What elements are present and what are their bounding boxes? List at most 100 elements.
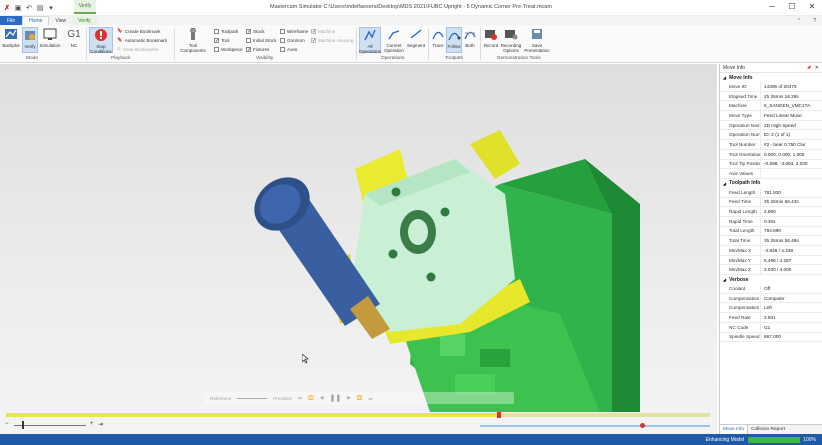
section-header[interactable]: ◢ Verbose [720, 275, 822, 284]
enhancing-percent: 100% [803, 436, 816, 443]
save-presentation-button[interactable]: Save Presentation [524, 27, 550, 53]
property-key: Machine [720, 101, 761, 111]
progress-handle[interactable] [496, 412, 501, 418]
stock-checkbox[interactable]: ✓ Stock [246, 29, 265, 35]
group-label-demonstration-tools: Demonstration Tools [497, 56, 541, 61]
toolpath-checkbox[interactable]: Toolpath [214, 29, 238, 34]
pin-icon[interactable]: 📌 [807, 65, 812, 71]
operation-timeline[interactable] [480, 425, 710, 427]
property-value: -3.848 / 4.338 [764, 247, 793, 253]
nc-g1-icon: G1 [67, 28, 81, 40]
automatic-bookmark-button[interactable]: 🔖 Automatic Bookmark [117, 37, 167, 43]
create-bookmark-button[interactable]: 🔖 Create Bookmark [117, 28, 160, 34]
collapse-caret-icon[interactable]: ◢ [723, 277, 726, 282]
property-key: Rapid Length [720, 207, 761, 216]
step-back-icon[interactable]: ⏪ [308, 395, 314, 401]
timeline-marker[interactable] [640, 423, 645, 428]
tab-home[interactable]: Home [22, 16, 50, 25]
collapse-ribbon-icon[interactable]: ⌃ [791, 16, 807, 25]
property-row: Machine 5_SANGEN_VMC1TA [720, 101, 822, 112]
panel-close-icon[interactable]: ✕ [815, 65, 819, 71]
both-button[interactable]: Both [463, 27, 477, 48]
property-key: Tool Orientation [720, 149, 761, 159]
pause-icon[interactable]: ❚❚ [330, 394, 342, 402]
close-button[interactable]: ✕ [806, 2, 818, 11]
overlay-playback-controls[interactable]: Reference Precision ⏮ ⏪ ◀ ❚❚ ▶ ⏩ ⏭ [204, 392, 514, 404]
help-icon[interactable]: ? [807, 16, 822, 25]
progress-track[interactable] [6, 412, 710, 418]
zoom-slider[interactable] [14, 425, 86, 426]
current-operation-icon [387, 27, 401, 41]
clear-bookmarks-button[interactable]: ⊘ Clear Bookmarks [117, 46, 158, 52]
property-row: Rapid Length 2.960 [720, 207, 822, 217]
stop-conditions-button[interactable]: Stop Conditions [89, 27, 113, 54]
follow-button[interactable]: Follow [446, 27, 462, 53]
tool-components-icon [186, 27, 200, 41]
backplot-button[interactable]: Backplot [2, 27, 20, 48]
section-header[interactable]: ◢ Move Info [720, 73, 822, 82]
zoom-out-icon[interactable]: − [5, 421, 9, 427]
property-value: Computer [764, 295, 785, 301]
property-key: NC Code [720, 322, 761, 332]
minimize-button[interactable]: ─ [766, 2, 778, 11]
skip-end-icon[interactable]: ⏭ [369, 396, 373, 401]
collapse-caret-icon[interactable]: ◢ [723, 181, 726, 186]
prev-icon[interactable]: ◀ [320, 395, 324, 401]
precision-label: Precision [273, 395, 293, 401]
recording-options-button[interactable]: Recording Options [500, 27, 522, 53]
property-row: Compensation D Left [720, 303, 822, 314]
all-operations-button[interactable]: All Operations [359, 27, 382, 54]
current-operation-button[interactable]: Current Operation [383, 27, 405, 53]
property-key: Coolant [720, 284, 761, 293]
property-row: Min/Max Y 5.496 / 4.287 [720, 255, 822, 266]
trace-label: Trace [432, 43, 444, 48]
property-key: Feed Length [720, 187, 761, 197]
property-key: Min/Max X [720, 246, 761, 255]
segment-button[interactable]: Segment [407, 27, 425, 48]
zoom-in-icon[interactable]: + [90, 421, 94, 427]
property-row: Tool Number #2 - bear 0.750 Clur [720, 140, 822, 150]
maximize-button[interactable]: ☐ [786, 2, 798, 11]
all-operations-label: All Operations [359, 44, 382, 54]
collapse-caret-icon[interactable]: ◢ [723, 75, 726, 80]
fit-icon[interactable]: ⇥ [98, 421, 103, 428]
property-row: Rapid Time 0.30s [720, 216, 822, 227]
recording-options-label: Recording Options [500, 43, 522, 53]
property-key: Spindle Speed [720, 332, 761, 342]
tab-collision-report[interactable]: Collision Report [748, 425, 788, 434]
tab-file[interactable]: File [0, 16, 23, 25]
machine-housing-checkbox[interactable]: ✓ Machine Housing [311, 38, 354, 44]
gnomon-checkbox[interactable]: Gnomon [280, 38, 305, 43]
tab-verify[interactable]: Verify [72, 16, 97, 25]
fixtures-checkbox[interactable]: ✓ Fixtures [246, 47, 269, 53]
simulation-button[interactable]: Simulation [40, 27, 61, 48]
section-header[interactable]: ◢ Toolpath Info [720, 179, 822, 188]
property-key: Operation Numb [720, 130, 761, 140]
tab-view[interactable]: View [49, 16, 72, 25]
tool-components-button[interactable]: Tool Components [178, 27, 208, 53]
trace-button[interactable]: Trace [431, 27, 445, 48]
simulation-viewport[interactable]: Reference Precision ⏮ ⏪ ◀ ❚❚ ▶ ⏩ ⏭ [0, 64, 717, 412]
nc-button[interactable]: G1 NC [66, 27, 82, 48]
verify-button[interactable]: Verify [22, 27, 38, 53]
step-forward-icon[interactable]: ⏩ [357, 395, 363, 401]
property-value: 14306 of 20476 [764, 83, 797, 89]
property-row: Total Length 784.890 [720, 226, 822, 237]
initial-stock-checkbox[interactable]: Initial Stock [246, 38, 277, 43]
skip-start-icon[interactable]: ⏮ [298, 396, 302, 401]
wireframe-checkbox[interactable]: Wireframe [280, 29, 308, 34]
tab-move-info[interactable]: Move Info [720, 425, 749, 434]
workpiece-checkbox[interactable]: Workpiece [214, 47, 243, 52]
group-label-visibility: Visibility [256, 56, 274, 61]
machine-checkbox[interactable]: ✓ Machine [311, 29, 335, 35]
property-row: Total Time 3h 26min 56.48s [720, 236, 822, 246]
property-row: Feed Rate 2.501 [720, 313, 822, 323]
zoom-slider-handle[interactable] [22, 421, 24, 429]
play-icon[interactable]: ▶ [347, 395, 351, 401]
axes-checkbox[interactable]: Axes [280, 47, 297, 52]
speed-slider[interactable] [237, 397, 268, 399]
backplot-label: Backplot [2, 43, 20, 48]
tool-checkbox[interactable]: ✓ Tool [214, 38, 229, 44]
record-button[interactable]: Record [483, 27, 499, 48]
property-key: Move ID [720, 82, 761, 91]
